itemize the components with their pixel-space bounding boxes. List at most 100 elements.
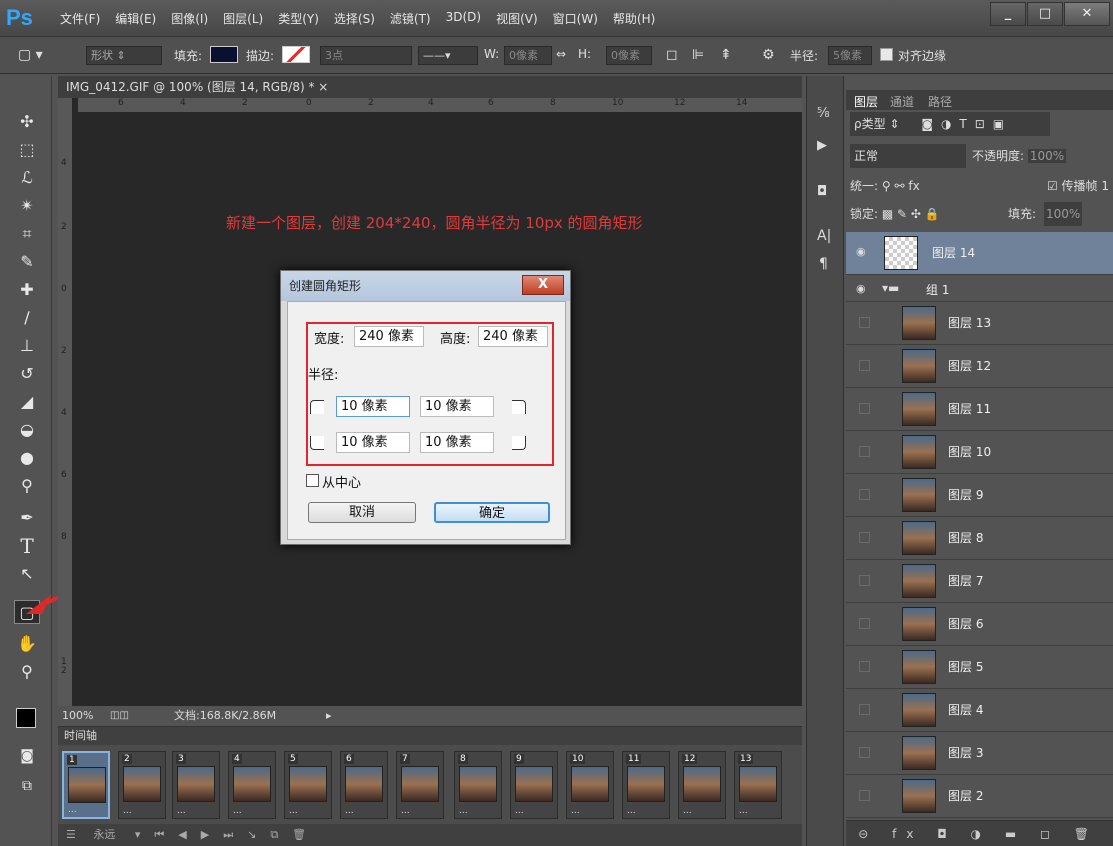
tab-paths[interactable]: 路径	[928, 93, 952, 110]
timeline-frame[interactable]: 7...	[396, 751, 444, 819]
visibility-toggle[interactable]	[859, 532, 870, 543]
marquee-tool-icon[interactable]: ⬚	[14, 138, 40, 162]
layer-row[interactable]: 图层 3	[846, 732, 1113, 775]
timeline-frame[interactable]: 3...	[172, 751, 220, 819]
visibility-toggle[interactable]	[859, 446, 870, 457]
clone-stamp-icon[interactable]: ⊥	[14, 334, 40, 358]
layer-row[interactable]: 图层 5	[846, 646, 1113, 689]
visibility-toggle[interactable]	[859, 403, 870, 414]
layer-row[interactable]: 图层 11	[846, 388, 1113, 431]
menu-layer[interactable]: 图层(L)	[223, 10, 263, 27]
layers-bottom-bar[interactable]: ⊝ fx ◘ ◑ ▬ ◻ 🗑	[846, 820, 1113, 846]
blur-tool-icon[interactable]: ●	[14, 446, 40, 470]
history-brush-icon[interactable]: ↺	[14, 362, 40, 386]
foreground-color-swatch[interactable]	[16, 708, 36, 728]
tab-channels[interactable]: 通道	[890, 93, 914, 110]
visibility-toggle[interactable]	[859, 790, 870, 801]
frame-delay[interactable]: ...	[68, 805, 77, 815]
paint-bucket-icon[interactable]: ◒	[14, 418, 40, 442]
menu-window[interactable]: 窗口(W)	[553, 10, 598, 27]
visibility-toggle[interactable]	[859, 704, 870, 715]
layer-row[interactable]: 图层 4	[846, 689, 1113, 732]
close-button[interactable]: ✕	[1064, 2, 1110, 26]
fill-color-swatch[interactable]	[210, 46, 238, 63]
zoom-level[interactable]: 100%	[62, 706, 93, 726]
height-field[interactable]: 240 像素	[478, 326, 548, 347]
status-menu-arrow-icon[interactable]: ▸	[326, 706, 332, 726]
radius-input[interactable]: 5像素	[828, 46, 872, 65]
timeline-frame[interactable]: 12...	[678, 751, 726, 819]
radius-top-left-field[interactable]: 10 像素	[336, 396, 410, 417]
visibility-eye-icon[interactable]: ◉	[856, 245, 870, 259]
timeline-frame[interactable]: 10...	[566, 751, 614, 819]
frame-delay[interactable]: ...	[627, 806, 636, 816]
opacity-input[interactable]: 100%	[1027, 149, 1067, 163]
paragraph-panel-icon[interactable]: ¶	[819, 256, 828, 272]
from-center-checkbox[interactable]	[306, 474, 319, 487]
screen-mode-icon[interactable]: ⧉	[14, 774, 40, 798]
blend-mode-select[interactable]: 正常	[850, 144, 966, 168]
filter-icons[interactable]: ◙◑T⊡▣	[921, 117, 1012, 131]
width-field[interactable]: 240 像素	[354, 326, 424, 347]
quick-mask-icon[interactable]: ◙	[14, 744, 40, 768]
menu-help[interactable]: 帮助(H)	[613, 10, 655, 27]
timeline-frame[interactable]: 11...	[622, 751, 670, 819]
frame-delay[interactable]: ...	[345, 806, 354, 816]
timeline-frame[interactable]: 13...	[734, 751, 782, 819]
properties-panel-icon[interactable]: ◘	[817, 184, 827, 199]
frame-delay[interactable]: ...	[289, 806, 298, 816]
layer-row[interactable]: 图层 6	[846, 603, 1113, 646]
path-alignment-icon[interactable]: ⊫	[692, 47, 704, 63]
timeline-frame[interactable]: 1...	[62, 751, 110, 819]
healing-brush-icon[interactable]: ✚	[14, 278, 40, 302]
frame-delay[interactable]: ...	[459, 806, 468, 816]
pen-tool-icon[interactable]: ✒	[14, 506, 40, 530]
frame-delay[interactable]: ...	[401, 806, 410, 816]
layer-filter-select[interactable]: ρ类型 ⇕ ◙◑T⊡▣	[850, 112, 1050, 136]
lock-icons[interactable]: ▩ ✎ ✣ 🔒	[882, 207, 940, 221]
timeline-frame[interactable]: 9...	[510, 751, 558, 819]
lasso-tool-icon[interactable]: ℒ	[14, 166, 40, 190]
stroke-size-input[interactable]: 3点	[320, 46, 412, 65]
link-icon[interactable]: ⇔	[556, 47, 566, 61]
visibility-toggle[interactable]	[859, 575, 870, 586]
menu-3d[interactable]: 3D(D)	[446, 10, 481, 27]
shape-mode-select[interactable]: 形状 ⇕	[86, 46, 162, 65]
timeline-frame[interactable]: 4...	[228, 751, 276, 819]
layer-row[interactable]: 图层 10	[846, 431, 1113, 474]
ok-button[interactable]: 确定	[434, 502, 550, 523]
timeline-frame[interactable]: 5...	[284, 751, 332, 819]
playback-controls-icon[interactable]: ▾⏮◀▶⏭↘⧉🗑	[135, 828, 320, 841]
visibility-toggle[interactable]	[859, 747, 870, 758]
radius-bottom-right-field[interactable]: 10 像素	[420, 432, 494, 453]
layer-row[interactable]: 图层 7	[846, 560, 1113, 603]
stroke-type-select[interactable]: ——▾	[418, 46, 478, 65]
actions-panel-icon[interactable]: ▶	[817, 138, 827, 153]
menu-view[interactable]: 视图(V)	[496, 10, 538, 27]
align-edges-checkbox[interactable]	[880, 48, 893, 61]
timeline-frame[interactable]: 6...	[340, 751, 388, 819]
stroke-color-swatch[interactable]	[282, 46, 310, 63]
minimize-button[interactable]: _	[990, 2, 1026, 26]
layer-row[interactable]: 图层 9	[846, 474, 1113, 517]
document-tab[interactable]: IMG_0412.GIF @ 100% (图层 14, RGB/8) * ×	[58, 76, 802, 98]
propagate-frame[interactable]: ☑ 传播帧 1	[1047, 174, 1109, 198]
history-panel-icon[interactable]: ⅝	[817, 106, 830, 121]
frame-delay[interactable]: ...	[683, 806, 692, 816]
menu-select[interactable]: 选择(S)	[334, 10, 375, 27]
frame-delay[interactable]: ...	[515, 806, 524, 816]
visibility-toggle[interactable]	[859, 489, 870, 500]
radius-top-right-field[interactable]: 10 像素	[420, 396, 494, 417]
tool-preset-icon[interactable]: ▢ ▾	[18, 47, 43, 63]
cancel-button[interactable]: 取消	[308, 502, 416, 523]
eraser-icon[interactable]: ◢	[14, 390, 40, 414]
visibility-toggle[interactable]	[859, 618, 870, 629]
visibility-toggle[interactable]	[859, 661, 870, 672]
eyedropper-icon[interactable]: ✎	[14, 250, 40, 274]
maximize-button[interactable]: □	[1027, 2, 1063, 26]
status-icon[interactable]: ◫◫	[110, 706, 129, 726]
path-operations-icon[interactable]: ◻	[666, 47, 678, 63]
visibility-toggle[interactable]	[859, 317, 870, 328]
layer-row[interactable]: 图层 2	[846, 775, 1113, 818]
magic-wand-icon[interactable]: ✴	[14, 194, 40, 218]
